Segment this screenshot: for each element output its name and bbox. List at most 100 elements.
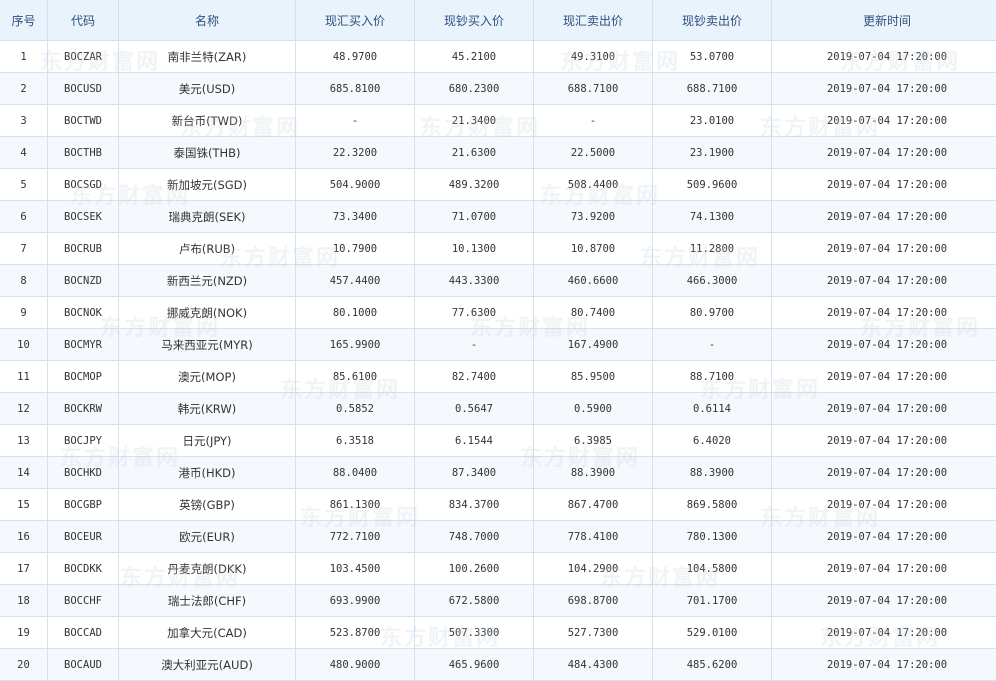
cell-spot-buy: 22.3200 <box>296 137 415 169</box>
cell-spot-buy: 523.8700 <box>296 617 415 649</box>
cell-code: BOCJPY <box>48 425 119 457</box>
header-cash-buy[interactable]: 现钞买入价 <box>415 0 534 41</box>
cell-cash-buy: 45.2100 <box>415 41 534 73</box>
table-row[interactable]: 11BOCMOP澳元(MOP)85.610082.740085.950088.7… <box>0 361 996 393</box>
cell-spot-sell: 460.6600 <box>534 265 653 297</box>
header-name[interactable]: 名称 <box>119 0 296 41</box>
cell-spot-sell: 778.4100 <box>534 521 653 553</box>
table-row[interactable]: 20BOCAUD澳大利亚元(AUD)480.9000465.9600484.43… <box>0 649 996 681</box>
table-row[interactable]: 3BOCTWD新台币(TWD)-21.3400-23.01002019-07-0… <box>0 105 996 137</box>
table-row[interactable]: 19BOCCAD加拿大元(CAD)523.8700507.3300527.730… <box>0 617 996 649</box>
table-row[interactable]: 10BOCMYR马来西亚元(MYR)165.9900-167.4900-2019… <box>0 329 996 361</box>
cell-name: 新台币(TWD) <box>119 105 296 137</box>
cell-index: 16 <box>0 521 48 553</box>
header-spot-buy[interactable]: 现汇买入价 <box>296 0 415 41</box>
table-row[interactable]: 18BOCCHF瑞士法郎(CHF)693.9900672.5800698.870… <box>0 585 996 617</box>
cell-cash-buy: 71.0700 <box>415 201 534 233</box>
cell-update-time: 2019-07-04 17:20:00 <box>772 233 996 265</box>
cell-spot-sell: 85.9500 <box>534 361 653 393</box>
cell-update-time: 2019-07-04 17:20:00 <box>772 137 996 169</box>
cell-name: 卢布(RUB) <box>119 233 296 265</box>
cell-cash-sell: 529.0100 <box>653 617 772 649</box>
cell-cash-sell: 6.4020 <box>653 425 772 457</box>
cell-index: 20 <box>0 649 48 681</box>
table-row[interactable]: 7BOCRUB卢布(RUB)10.790010.130010.870011.28… <box>0 233 996 265</box>
header-spot-sell[interactable]: 现汇卖出价 <box>534 0 653 41</box>
table-row[interactable]: 15BOCGBP英镑(GBP)861.1300834.3700867.47008… <box>0 489 996 521</box>
cell-spot-sell: 527.7300 <box>534 617 653 649</box>
cell-cash-sell: 53.0700 <box>653 41 772 73</box>
table-row[interactable]: 16BOCEUR欧元(EUR)772.7100748.7000778.41007… <box>0 521 996 553</box>
cell-cash-sell: 509.9600 <box>653 169 772 201</box>
header-code[interactable]: 代码 <box>48 0 119 41</box>
cell-cash-sell: 74.1300 <box>653 201 772 233</box>
header-cash-sell[interactable]: 现钞卖出价 <box>653 0 772 41</box>
cell-cash-buy: 77.6300 <box>415 297 534 329</box>
table-row[interactable]: 2BOCUSD美元(USD)685.8100680.2300688.710068… <box>0 73 996 105</box>
cell-spot-sell: 80.7400 <box>534 297 653 329</box>
cell-index: 4 <box>0 137 48 169</box>
cell-index: 13 <box>0 425 48 457</box>
cell-spot-buy: 73.3400 <box>296 201 415 233</box>
cell-index: 7 <box>0 233 48 265</box>
header-update-time[interactable]: 更新时间 <box>772 0 996 41</box>
cell-update-time: 2019-07-04 17:20:00 <box>772 521 996 553</box>
cell-spot-sell: 0.5900 <box>534 393 653 425</box>
cell-spot-sell: 698.8700 <box>534 585 653 617</box>
cell-name: 泰国铢(THB) <box>119 137 296 169</box>
table-row[interactable]: 17BOCDKK丹麦克朗(DKK)103.4500100.2600104.290… <box>0 553 996 585</box>
cell-update-time: 2019-07-04 17:20:00 <box>772 361 996 393</box>
cell-cash-buy: 507.3300 <box>415 617 534 649</box>
table-row[interactable]: 8BOCNZD新西兰元(NZD)457.4400443.3300460.6600… <box>0 265 996 297</box>
cell-spot-sell: 867.4700 <box>534 489 653 521</box>
cell-code: BOCNOK <box>48 297 119 329</box>
cell-name: 南非兰特(ZAR) <box>119 41 296 73</box>
table-row[interactable]: 13BOCJPY日元(JPY)6.35186.15446.39856.40202… <box>0 425 996 457</box>
cell-cash-sell: 701.1700 <box>653 585 772 617</box>
cell-update-time: 2019-07-04 17:20:00 <box>772 457 996 489</box>
table-row[interactable]: 4BOCTHB泰国铢(THB)22.320021.630022.500023.1… <box>0 137 996 169</box>
cell-cash-buy: - <box>415 329 534 361</box>
cell-name: 澳大利亚元(AUD) <box>119 649 296 681</box>
cell-spot-buy: 165.9900 <box>296 329 415 361</box>
cell-cash-buy: 834.3700 <box>415 489 534 521</box>
cell-code: BOCSEK <box>48 201 119 233</box>
table-row[interactable]: 12BOCKRW韩元(KRW)0.58520.56470.59000.61142… <box>0 393 996 425</box>
cell-index: 19 <box>0 617 48 649</box>
cell-index: 15 <box>0 489 48 521</box>
cell-update-time: 2019-07-04 17:20:00 <box>772 297 996 329</box>
header-index[interactable]: 序号 <box>0 0 48 41</box>
table-row[interactable]: 6BOCSEK瑞典克朗(SEK)73.340071.070073.920074.… <box>0 201 996 233</box>
cell-index: 3 <box>0 105 48 137</box>
cell-spot-sell: 88.3900 <box>534 457 653 489</box>
table-row[interactable]: 1BOCZAR南非兰特(ZAR)48.970045.210049.310053.… <box>0 41 996 73</box>
cell-cash-sell: 23.1900 <box>653 137 772 169</box>
table-row[interactable]: 9BOCNOK挪威克朗(NOK)80.100077.630080.740080.… <box>0 297 996 329</box>
cell-cash-sell: 88.3900 <box>653 457 772 489</box>
table-body: 1BOCZAR南非兰特(ZAR)48.970045.210049.310053.… <box>0 41 996 681</box>
cell-index: 6 <box>0 201 48 233</box>
header-row: 序号 代码 名称 现汇买入价 现钞买入价 现汇卖出价 现钞卖出价 更新时间 <box>0 0 996 41</box>
cell-spot-sell: 508.4400 <box>534 169 653 201</box>
cell-code: BOCEUR <box>48 521 119 553</box>
cell-spot-buy: 685.8100 <box>296 73 415 105</box>
cell-index: 1 <box>0 41 48 73</box>
cell-name: 港币(HKD) <box>119 457 296 489</box>
cell-spot-buy: 0.5852 <box>296 393 415 425</box>
cell-name: 新加坡元(SGD) <box>119 169 296 201</box>
cell-name: 瑞士法郎(CHF) <box>119 585 296 617</box>
table-row[interactable]: 14BOCHKD港币(HKD)88.040087.340088.390088.3… <box>0 457 996 489</box>
cell-update-time: 2019-07-04 17:20:00 <box>772 105 996 137</box>
cell-index: 2 <box>0 73 48 105</box>
table-row[interactable]: 5BOCSGD新加坡元(SGD)504.9000489.3200508.4400… <box>0 169 996 201</box>
cell-update-time: 2019-07-04 17:20:00 <box>772 169 996 201</box>
cell-cash-buy: 82.7400 <box>415 361 534 393</box>
cell-code: BOCZAR <box>48 41 119 73</box>
cell-spot-buy: 693.9900 <box>296 585 415 617</box>
cell-cash-buy: 748.7000 <box>415 521 534 553</box>
cell-spot-sell: 49.3100 <box>534 41 653 73</box>
cell-name: 韩元(KRW) <box>119 393 296 425</box>
cell-code: BOCRUB <box>48 233 119 265</box>
cell-code: BOCTHB <box>48 137 119 169</box>
cell-spot-buy: 85.6100 <box>296 361 415 393</box>
